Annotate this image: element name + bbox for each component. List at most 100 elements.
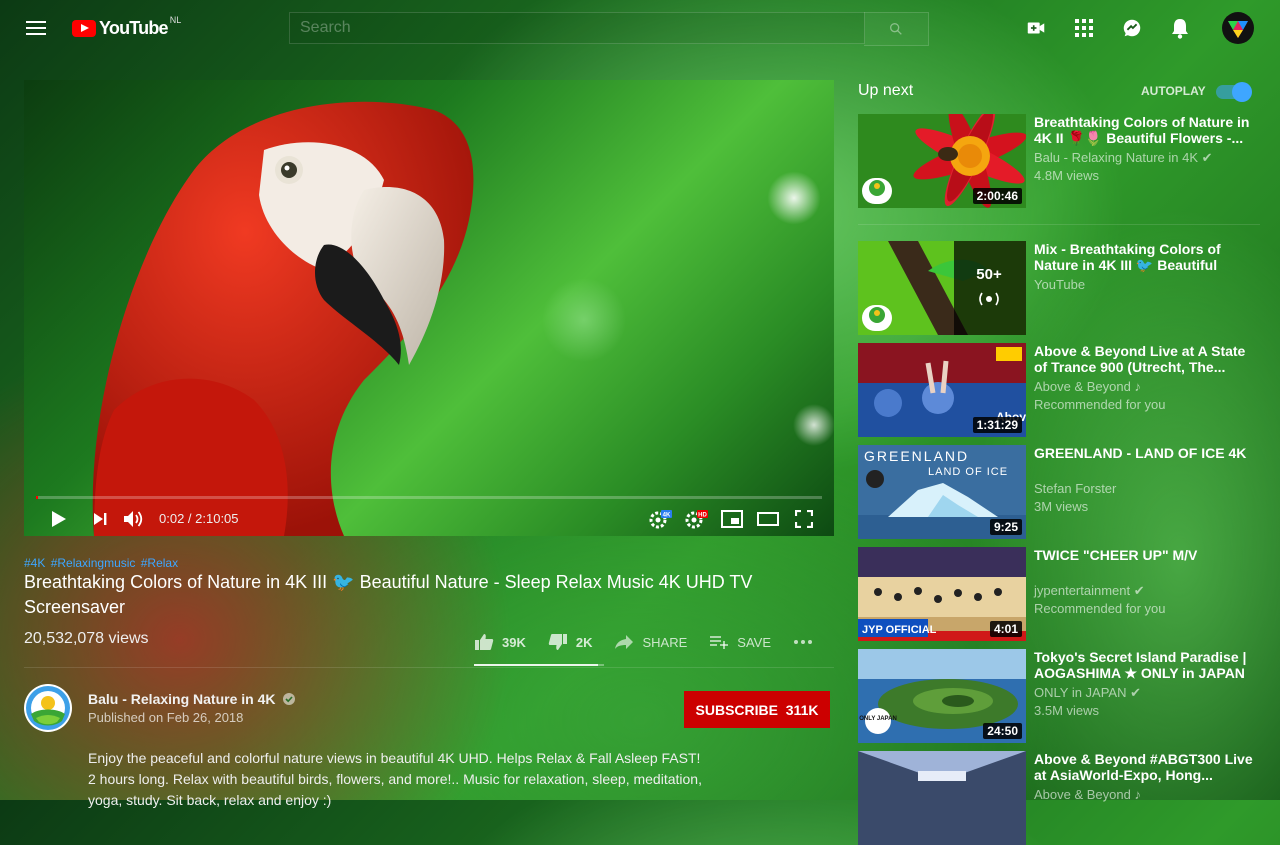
up-next-item[interactable]: ONLY JAPAN 24:50 Tokyo's Secret Island P… <box>858 649 1260 743</box>
verified-icon: ✔ <box>1133 583 1145 598</box>
playlist-add-icon <box>710 636 729 649</box>
youtube-logo[interactable]: YouTube NL <box>72 15 181 39</box>
apps-icon[interactable] <box>1072 16 1096 40</box>
up-next-item[interactable]: Above & Beyond #ABGT300 Live at AsiaWorl… <box>858 751 1260 845</box>
next-icon[interactable] <box>87 506 113 532</box>
up-next-item[interactable]: Above 1:31:29 Above & Beyond Live at A S… <box>858 343 1260 437</box>
thumbnail-text-2: LAND OF ICE <box>928 466 1008 478</box>
video-player[interactable]: 0:02 / 2:10:05 4K HD <box>24 80 834 536</box>
playlist-thumbnail: 50+ <box>858 241 1026 335</box>
dislike-button[interactable]: 2K <box>548 633 593 651</box>
quality-badge-text: HD <box>698 513 707 519</box>
divider <box>24 667 834 668</box>
duration-badge: 24:50 <box>983 723 1022 739</box>
miniplayer-icon[interactable] <box>719 506 745 532</box>
masthead: YouTube NL <box>0 0 1280 56</box>
description-line: Enjoy the peaceful and colorful nature v… <box>88 750 701 766</box>
search-button[interactable] <box>864 12 929 46</box>
share-label: SHARE <box>642 634 688 650</box>
description-line: 2 hours long. Relax with beautiful birds… <box>88 771 702 787</box>
up-next-item[interactable]: JYP OFFICIAL 4:01 TWICE "CHEER UP" M/V j… <box>858 547 1260 641</box>
video-title: Breathtaking Colors of Nature in 4K III … <box>24 572 753 617</box>
volume-icon[interactable] <box>121 506 147 532</box>
thumbs-up-icon <box>475 634 494 650</box>
time-display: 0:02 / 2:10:05 <box>159 511 239 526</box>
search-input[interactable] <box>290 13 864 43</box>
verified-icon <box>283 693 296 705</box>
video-thumbnail: 2:00:46 <box>858 114 1026 208</box>
up-next-heading: Up next <box>858 82 914 99</box>
verified-icon: ✔ <box>1130 685 1142 700</box>
messages-icon[interactable] <box>1120 16 1144 40</box>
item-title: Above & Beyond Live at A State of Trance… <box>1034 343 1246 375</box>
item-title: Mix - Breathtaking Colors of Nature in 4… <box>1034 241 1221 273</box>
save-label: SAVE <box>737 634 771 650</box>
account-avatar[interactable] <box>1222 12 1254 44</box>
more-actions-button[interactable] <box>793 639 821 645</box>
stage-thumbnail <box>858 751 1026 845</box>
autoplay-label: AUTOPLAY <box>1141 84 1206 98</box>
like-button[interactable]: 39K <box>474 633 526 651</box>
item-channel: Balu - Relaxing Nature in 4K ✔ <box>1034 150 1213 166</box>
more-icon <box>794 640 812 644</box>
progress-fill <box>36 496 38 499</box>
up-next-item[interactable]: 50+ Mix - Breathtaking Colors of Nature … <box>858 241 1260 335</box>
channel-name[interactable]: Balu - Relaxing Nature in 4K <box>88 691 296 707</box>
subscribe-label: SUBSCRIBE <box>695 701 778 718</box>
channel-avatar[interactable] <box>24 684 72 732</box>
dislike-count: 2K <box>575 634 593 650</box>
item-title: GREENLAND - LAND OF ICE 4K <box>1034 445 1247 461</box>
hashtag-link[interactable]: #Relaxingmusic <box>51 556 136 570</box>
save-button[interactable]: SAVE <box>709 634 771 650</box>
hashtag-link[interactable]: #Relax <box>141 556 178 570</box>
autoplay-toggle[interactable] <box>1216 82 1252 102</box>
duration-badge: 1:31:29 <box>972 417 1022 433</box>
item-channel: ONLY in JAPAN ✔ <box>1034 685 1141 701</box>
video-thumbnail: JYP OFFICIAL 4:01 <box>858 547 1026 641</box>
item-meta: 4.8M views <box>1034 168 1100 183</box>
create-video-icon[interactable] <box>1024 16 1048 40</box>
annotations-settings-icon[interactable]: 4K <box>647 506 673 532</box>
verified-icon: ✔ <box>1201 150 1213 165</box>
video-actions: 39K 2K SHARE SAVE <box>474 626 821 658</box>
item-channel-name: jypentertainment <box>1034 583 1131 598</box>
item-title: Tokyo's Secret Island Paradise | AOGASHI… <box>1034 649 1247 681</box>
share-button[interactable]: SHARE <box>614 634 687 650</box>
duration-badge: 2:00:46 <box>972 188 1022 204</box>
item-channel: jypentertainment ✔ <box>1034 583 1145 599</box>
like-count: 39K <box>502 634 526 650</box>
youtube-play-logo-icon <box>72 19 96 37</box>
logo-text: YouTube <box>99 17 169 38</box>
hashtag-link[interactable]: #4K <box>24 556 45 570</box>
duration-badge: 9:25 <box>989 519 1022 535</box>
item-channel: YouTube <box>1034 277 1086 292</box>
up-next-item[interactable]: GREENLAND LAND OF ICE 9:25 GREENLAND - L… <box>858 445 1260 539</box>
progress-bar[interactable] <box>36 496 822 499</box>
notifications-icon[interactable] <box>1168 16 1192 40</box>
menu-icon[interactable] <box>24 18 48 38</box>
item-title: TWICE "CHEER UP" M/V <box>1034 547 1198 563</box>
item-channel: Above & Beyond ♪ <box>1034 379 1141 394</box>
item-meta: 3.5M views <box>1034 703 1100 718</box>
sentiment-like-fill <box>474 664 598 666</box>
theater-mode-icon[interactable] <box>755 506 781 532</box>
video-thumbnail: Above 1:31:29 <box>858 343 1026 437</box>
settings-icon[interactable]: HD <box>683 506 709 532</box>
thumbs-down-icon <box>548 634 567 650</box>
thumbnail-text: JYP OFFICIAL <box>862 624 937 636</box>
thumbnail-text: ONLY JAPAN <box>859 716 897 722</box>
video-description: Enjoy the peaceful and colorful nature v… <box>88 748 728 811</box>
publish-date: Published on Feb 26, 2018 <box>88 710 244 725</box>
item-channel-name: ONLY in JAPAN <box>1034 685 1127 700</box>
item-meta: 3M views <box>1034 499 1089 514</box>
video-thumbnail: GREENLAND LAND OF ICE 9:25 <box>858 445 1026 539</box>
search-icon <box>890 22 902 35</box>
fullscreen-icon[interactable] <box>791 506 817 532</box>
item-title: Above & Beyond #ABGT300 Live at AsiaWorl… <box>1034 751 1253 783</box>
subscribe-button[interactable]: SUBSCRIBE 311K <box>684 691 830 728</box>
annotations-badge-text: 4K <box>663 513 671 519</box>
play-icon[interactable] <box>46 506 72 532</box>
playlist-count: 50+ <box>976 266 1002 283</box>
up-next-item[interactable]: 2:00:46 Breathtaking Colors of Nature in… <box>858 114 1260 208</box>
toggle-knob <box>1232 82 1252 102</box>
